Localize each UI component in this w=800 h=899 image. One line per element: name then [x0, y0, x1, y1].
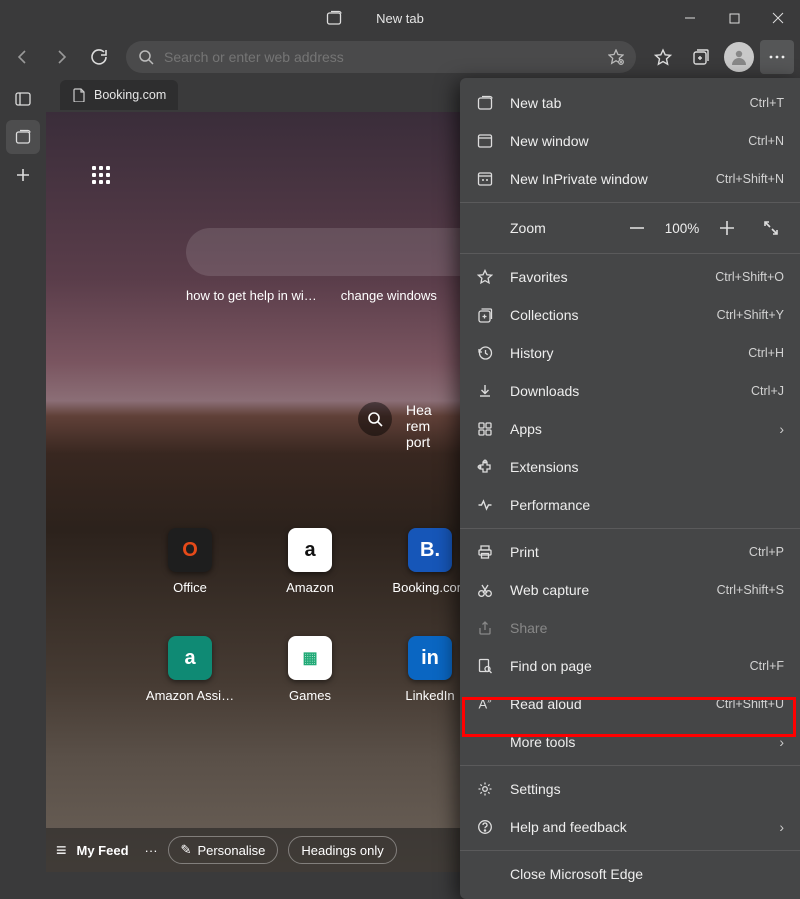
tab-label: Booking.com	[94, 88, 166, 102]
collections-button[interactable]	[684, 40, 718, 74]
search-icon	[358, 402, 392, 436]
more-menu-button[interactable]	[760, 40, 794, 74]
menu-downloads[interactable]: DownloadsCtrl+J	[460, 372, 800, 410]
quick-link-amazon-assist[interactable]: aAmazon Assi…	[130, 636, 250, 736]
gear-icon	[476, 781, 494, 797]
menu-settings[interactable]: Settings	[460, 770, 800, 808]
more-icon[interactable]: ···	[145, 843, 158, 858]
favorite-star-icon[interactable]	[608, 49, 624, 65]
chevron-right-icon: ›	[779, 421, 784, 437]
linkedin-icon: in	[408, 636, 452, 680]
menu-find-on-page[interactable]: Find on pageCtrl+F	[460, 647, 800, 685]
menu-collections[interactable]: CollectionsCtrl+Shift+Y	[460, 296, 800, 334]
menu-zoom-row: Zoom 100%	[460, 207, 800, 249]
zoom-value: 100%	[658, 221, 706, 236]
help-icon	[476, 819, 494, 835]
refresh-button[interactable]	[82, 40, 116, 74]
download-icon	[476, 383, 494, 399]
window-title: New tab	[376, 11, 424, 26]
minimize-button[interactable]	[668, 0, 712, 36]
maximize-button[interactable]	[712, 0, 756, 36]
current-tab-thumb[interactable]	[6, 120, 40, 154]
menu-web-capture[interactable]: Web captureCtrl+Shift+S	[460, 571, 800, 609]
feed-title: My Feed	[77, 843, 129, 858]
menu-new-window[interactable]: New windowCtrl+N	[460, 122, 800, 160]
fullscreen-button[interactable]	[754, 213, 788, 243]
page-icon	[72, 88, 86, 102]
star-icon	[476, 269, 494, 285]
forward-button[interactable]	[44, 40, 78, 74]
read-aloud-icon: A»	[476, 696, 494, 711]
apps-icon	[476, 421, 494, 437]
menu-extensions[interactable]: Extensions	[460, 448, 800, 486]
toolbar	[0, 36, 800, 78]
window-icon	[476, 133, 494, 149]
menu-close-edge[interactable]: Close Microsoft Edge	[460, 855, 800, 893]
office-icon: O	[168, 528, 212, 572]
menu-inprivate[interactable]: New InPrivate windowCtrl+Shift+N	[460, 160, 800, 198]
favorites-button[interactable]	[646, 40, 680, 74]
suggestion-item[interactable]: change windows	[341, 288, 437, 303]
apps-launcher-icon[interactable]	[92, 166, 116, 190]
menu-apps[interactable]: Apps›	[460, 410, 800, 448]
quick-link-games[interactable]: ▦Games	[250, 636, 370, 736]
capture-icon	[476, 582, 494, 598]
search-suggestions: how to get help in wi… change windows	[186, 288, 437, 303]
search-icon	[138, 49, 154, 65]
tab-icon	[326, 10, 342, 26]
profile-button[interactable]	[722, 40, 756, 74]
pen-icon: ✎	[181, 842, 192, 858]
chevron-right-icon: ›	[779, 819, 784, 835]
tab-icon	[476, 95, 494, 111]
new-tab-sidebar-button[interactable]	[6, 158, 40, 192]
performance-icon	[476, 497, 494, 513]
menu-favorites[interactable]: FavoritesCtrl+Shift+O	[460, 258, 800, 296]
settings-menu: New tabCtrl+T New windowCtrl+N New InPri…	[460, 78, 800, 899]
extensions-icon	[476, 459, 494, 475]
quick-links-grid: OOffice aAmazon B.Booking.com aAmazon As…	[130, 528, 490, 736]
share-icon	[476, 620, 494, 636]
menu-icon[interactable]: ≡	[56, 840, 67, 861]
print-icon	[476, 544, 494, 560]
find-icon	[476, 658, 494, 674]
amazon-icon: a	[288, 528, 332, 572]
menu-new-tab[interactable]: New tabCtrl+T	[460, 84, 800, 122]
vertical-tabs-button[interactable]	[6, 82, 40, 116]
vertical-tabs-sidebar	[0, 78, 46, 872]
back-button[interactable]	[6, 40, 40, 74]
menu-performance[interactable]: Performance	[460, 486, 800, 524]
titlebar: New tab	[0, 0, 800, 36]
quick-link-amazon[interactable]: aAmazon	[250, 528, 370, 628]
menu-print[interactable]: PrintCtrl+P	[460, 533, 800, 571]
personalise-button[interactable]: ✎Personalise	[168, 836, 279, 864]
menu-history[interactable]: HistoryCtrl+H	[460, 334, 800, 372]
close-button[interactable]	[756, 0, 800, 36]
history-icon	[476, 345, 494, 361]
collections-icon	[476, 307, 494, 323]
chevron-right-icon: ›	[779, 734, 784, 750]
menu-share: Share	[460, 609, 800, 647]
inprivate-icon	[476, 171, 494, 187]
amazon-assist-icon: a	[168, 636, 212, 680]
menu-help[interactable]: Help and feedback›	[460, 808, 800, 846]
zoom-in-button[interactable]	[710, 213, 744, 243]
suggestion-item[interactable]: how to get help in wi…	[186, 288, 317, 303]
menu-more-tools[interactable]: More tools›	[460, 723, 800, 761]
address-input[interactable]	[164, 49, 598, 65]
zoom-out-button[interactable]	[620, 213, 654, 243]
headings-button[interactable]: Headings only	[288, 836, 396, 864]
booking-icon: B.	[408, 528, 452, 572]
tab-booking[interactable]: Booking.com	[60, 80, 178, 110]
address-bar[interactable]	[126, 41, 636, 73]
menu-read-aloud[interactable]: A»Read aloudCtrl+Shift+U	[460, 685, 800, 723]
games-icon: ▦	[288, 636, 332, 680]
quick-link-office[interactable]: OOffice	[130, 528, 250, 628]
